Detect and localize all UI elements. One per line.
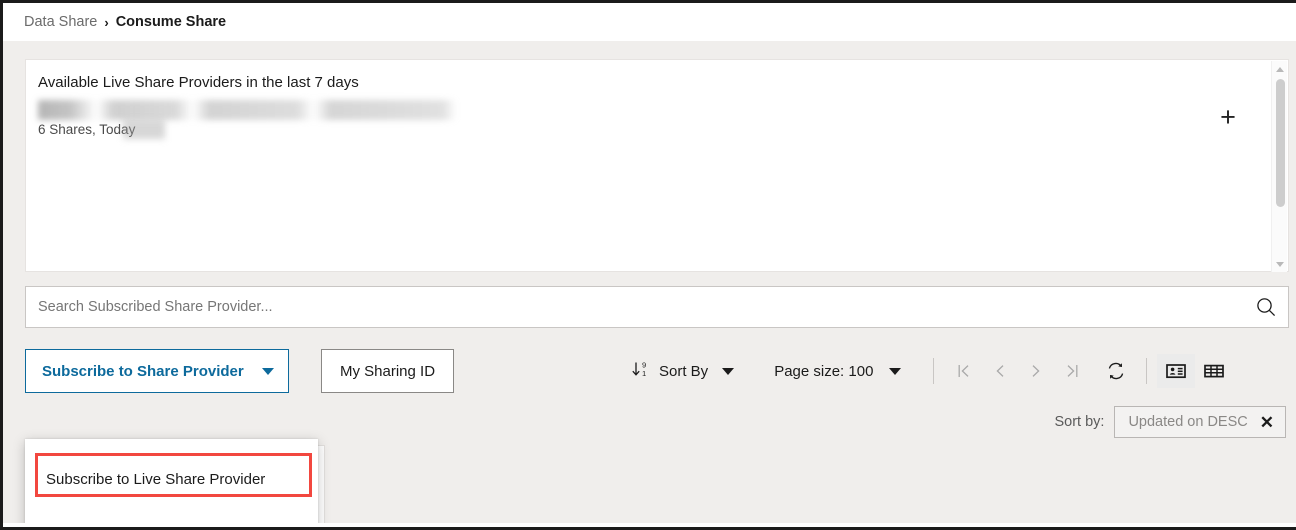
table-view-toggle[interactable] [1195, 354, 1233, 388]
card-view-toggle[interactable] [1157, 354, 1196, 388]
search-input[interactable] [26, 298, 1244, 316]
close-icon[interactable]: ✕ [1260, 414, 1274, 431]
bottom-strip [3, 523, 1296, 527]
available-providers-title: Available Live Share Providers in the la… [38, 74, 359, 91]
sort-by-chip[interactable]: Updated on DESC ✕ [1114, 406, 1286, 438]
provider-shares-meta: 6 Shares, Today [38, 122, 136, 137]
page-next-icon[interactable] [1018, 354, 1054, 388]
svg-text:1: 1 [642, 369, 646, 378]
sort-by-chevron-down-icon [722, 367, 735, 375]
available-providers-panel: Available Live Share Providers in the la… [25, 59, 1289, 272]
sort-by-chip-value: Updated on DESC [1128, 414, 1248, 430]
toolbar-divider-2 [1146, 358, 1148, 384]
breadcrumb-separator-icon: › [104, 14, 109, 30]
search-icon[interactable] [1244, 287, 1288, 327]
my-sharing-id-button[interactable]: My Sharing ID [321, 349, 455, 393]
search-bar [25, 286, 1289, 328]
breadcrumb-link-data-share[interactable]: Data Share [24, 14, 97, 30]
page-content: Available Live Share Providers in the la… [3, 41, 1296, 528]
refresh-icon[interactable] [1098, 354, 1134, 388]
menu-item-subscribe-delta-share-provider[interactable]: Subscribe to Delta Share Provider [25, 513, 318, 528]
add-provider-button[interactable]: + [1214, 103, 1242, 131]
breadcrumb-current-consume-share: Consume Share [115, 14, 227, 30]
menu-item-label: Subscribe to Delta Share Provider [46, 527, 273, 528]
menu-item-subscribe-live-share-provider[interactable]: Subscribe to Live Share Provider [25, 457, 318, 501]
scroll-down-arrow-icon[interactable] [1272, 256, 1288, 272]
sort-by-button[interactable]: 9 1 Sort By [625, 354, 740, 388]
toolbar-divider-1 [933, 358, 935, 384]
chevron-down-icon [261, 367, 274, 375]
scrollbar-thumb[interactable] [1276, 79, 1285, 207]
app-window: Data Share › Consume Share Available Liv… [0, 0, 1296, 530]
page-size-chevron-down-icon [889, 367, 902, 375]
sort-by-chip-row: Sort by: Updated on DESC ✕ [1054, 405, 1286, 439]
page-size-button[interactable]: Page size: 100 [768, 354, 907, 388]
sort-descending-numeric-icon: 9 1 [631, 359, 651, 383]
sort-by-chip-label: Sort by: [1054, 414, 1105, 430]
page-previous-icon[interactable] [982, 354, 1018, 388]
toolbar-right-group: 9 1 Sort By Page size: 100 [625, 349, 1233, 393]
page-last-icon[interactable] [1054, 354, 1090, 388]
sort-by-label: Sort By [659, 362, 709, 380]
page-first-icon[interactable] [946, 354, 982, 388]
subscribe-button-label: Subscribe to Share Provider [42, 362, 244, 380]
my-sharing-id-label: My Sharing ID [340, 362, 436, 380]
subscribe-dropdown-menu: Subscribe to Live Share Provider Subscri… [25, 439, 318, 528]
page-size-label: Page size: 100 [774, 362, 874, 380]
providers-scrollbar[interactable] [1271, 61, 1287, 272]
command-toolbar: Subscribe to Share Provider My Sharing I… [25, 349, 1289, 395]
scroll-up-arrow-icon[interactable] [1272, 61, 1288, 77]
provider-name-redacted [38, 100, 456, 120]
provider-shares-meta-redaction [123, 120, 165, 139]
menu-item-label: Subscribe to Live Share Provider [46, 470, 266, 488]
subscribe-to-share-provider-button[interactable]: Subscribe to Share Provider [25, 349, 289, 393]
breadcrumb: Data Share › Consume Share [3, 3, 1296, 41]
